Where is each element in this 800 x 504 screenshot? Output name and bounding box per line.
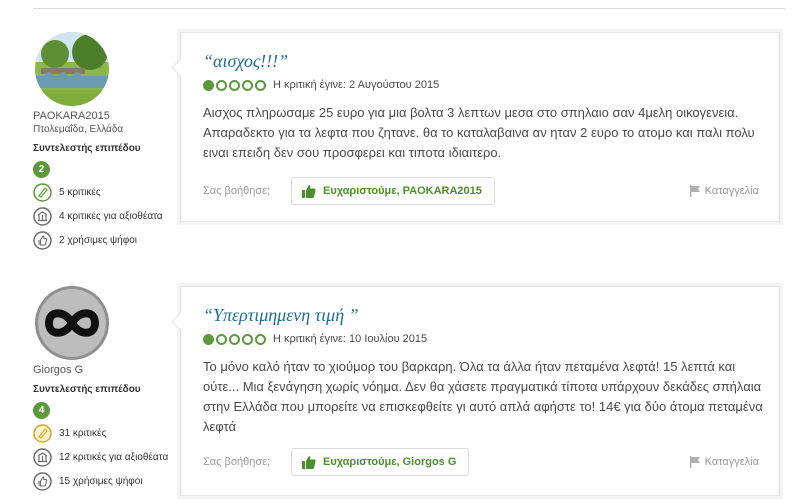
rating-bubble-empty	[255, 79, 266, 91]
report-link[interactable]: Καταγγελία	[689, 456, 759, 468]
review-title[interactable]: “αισχος!!!”	[203, 51, 288, 72]
contributor-level-label: Συντελεστής επιπέδου	[33, 384, 141, 395]
rating-row: Η κριτική έγινε: 2 Αυγούστου 2015	[203, 79, 439, 91]
attraction-icon	[33, 207, 52, 226]
review-content: “αισχος!!!” Η κριτική έγινε: 2 Αυγούστου…	[171, 32, 780, 222]
badge-text: 12 κριτικές για αξιοθέατα	[59, 451, 169, 463]
avatar[interactable]	[35, 286, 109, 360]
member-info: Giorgos G Συντελεστής επιπέδου 4 31 κριτ…	[33, 286, 183, 491]
top-divider	[33, 8, 785, 9]
badge-text: 5 κριτικές	[59, 186, 101, 198]
thank-button-label: Ευχαριστούμε, Giorgos G	[323, 456, 457, 468]
badge-text: 4 κριτικές για αξιοθέατα	[59, 210, 163, 222]
rating-bubble-empty	[242, 79, 253, 91]
report-link[interactable]: Καταγγελία	[689, 185, 759, 197]
badge-reviews: 31 κριτικές	[33, 424, 183, 443]
review-date: Η κριτική έγινε: 2 Αυγούστου 2015	[273, 79, 440, 91]
member-info: PAOKARA2015 Πτολεμαΐδα, Ελλάδα Συντελεστ…	[33, 32, 183, 250]
attraction-icon	[33, 448, 52, 467]
review-body: Αισχος πληρωσαμε 25 ευρο για μια βολτα 3…	[203, 105, 755, 160]
rating-bubble-filled	[203, 333, 214, 345]
review-date: Η κριτική έγινε: 10 Ιουλίου 2015	[273, 333, 428, 345]
rating-bubble-filled	[203, 79, 214, 91]
review-body: Το μόνο καλό ήταν το χιούμορ του βαρκαρη…	[203, 359, 763, 434]
badge-attractions: 12 κριτικές για αξιοθέατα	[33, 448, 183, 467]
badge-text: 15 χρήσιμες ψήφοι	[59, 475, 143, 487]
avatar[interactable]	[35, 32, 109, 106]
contributor-level-badge: 2	[33, 161, 50, 178]
thumbs-up-vote-icon	[33, 231, 52, 250]
rating-bubble-empty	[229, 333, 240, 345]
username[interactable]: PAOKARA2015	[33, 110, 183, 123]
badge-helpful-votes: 2 χρήσιμες ψήφοι	[33, 231, 183, 250]
contributor-level-label: Συντελεστής επιπέδου	[33, 143, 141, 154]
thumbs-up-vote-icon	[33, 472, 52, 491]
thumbs-up-icon	[302, 185, 316, 198]
username[interactable]: Giorgos G	[33, 364, 183, 377]
rating-bubble-empty	[242, 333, 253, 345]
thank-button-label: Ευχαριστούμε, PAOKARA2015	[323, 185, 482, 197]
review-content: “Υπερτιμημενη τιμή ” Η κριτική έγινε: 10…	[171, 286, 780, 496]
report-label: Καταγγελία	[704, 185, 759, 197]
badge-attractions: 4 κριτικές για αξιοθέατα	[33, 207, 183, 226]
thank-reviewer-button[interactable]: Ευχαριστούμε, Giorgos G	[291, 448, 470, 476]
report-label: Καταγγελία	[704, 456, 759, 468]
rating-row: Η κριτική έγινε: 10 Ιουλίου 2015	[203, 333, 427, 345]
flag-icon	[689, 456, 700, 468]
thank-reviewer-button[interactable]: Ευχαριστούμε, PAOKARA2015	[291, 177, 495, 205]
badge-text: 2 χρήσιμες ψήφοι	[59, 234, 138, 246]
badge-helpful-votes: 15 χρήσιμες ψήφοι	[33, 472, 183, 491]
user-location: Πτολεμαΐδα, Ελλάδα	[33, 124, 124, 135]
rating-bubble-empty	[255, 333, 266, 345]
flag-icon	[689, 185, 700, 197]
contributor-level-badge: 4	[33, 402, 50, 419]
badge-reviews: 5 κριτικές	[33, 183, 183, 202]
thumbs-up-icon	[302, 456, 316, 469]
helpful-label: Σας βοήθησε;	[203, 456, 271, 468]
rating-bubble-empty	[216, 79, 227, 91]
review-title[interactable]: “Υπερτιμημενη τιμή ”	[203, 305, 359, 326]
rating-bubble-empty	[229, 79, 240, 91]
pencil-review-icon	[33, 424, 52, 443]
rating-bubble-empty	[216, 333, 227, 345]
helpful-label: Σας βοήθησε;	[203, 185, 271, 197]
pencil-review-icon	[33, 183, 52, 202]
badge-text: 31 κριτικές	[59, 427, 107, 439]
